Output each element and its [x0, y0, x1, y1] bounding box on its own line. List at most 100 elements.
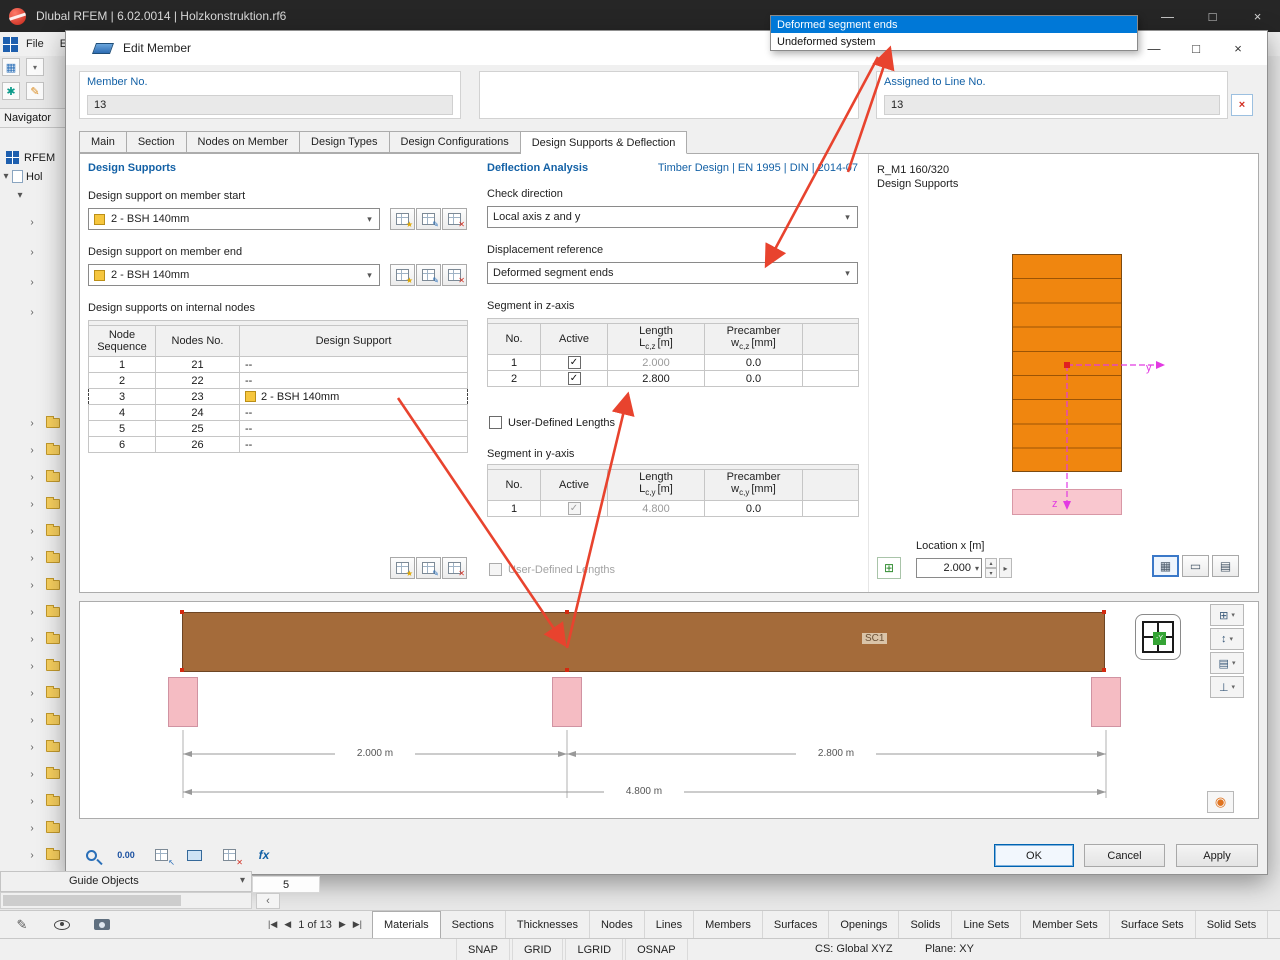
chevron-right-icon[interactable]: › — [26, 607, 38, 618]
snap-toggle-grid[interactable]: GRID — [511, 939, 564, 960]
chevron-right-icon[interactable]: › — [26, 553, 38, 564]
support-edit-button[interactable]: ✎ — [416, 208, 441, 230]
status-tab-solids[interactable]: Solids — [899, 911, 953, 938]
tree-folder-row[interactable]: › — [0, 496, 65, 512]
camera-icon[interactable] — [88, 914, 116, 936]
pager-prev-icon[interactable]: ◀ — [284, 919, 291, 930]
tree-folder-row[interactable]: › — [0, 604, 65, 620]
pager-last-icon[interactable]: ▶| — [353, 919, 362, 930]
tab-design-configurations[interactable]: Design Configurations — [389, 131, 521, 153]
chevron-right-icon[interactable]: › — [26, 499, 38, 510]
active-checkbox[interactable]: ✓ — [567, 372, 581, 386]
edit-mode-icon[interactable]: ✎ — [8, 914, 36, 936]
decimal-places-button[interactable]: 0.00 — [111, 843, 141, 867]
chevron-right-icon[interactable]: › — [26, 688, 38, 699]
tree-folder-row[interactable]: › — [0, 658, 65, 674]
dropdown-option-selected[interactable]: Deformed segment ends — [771, 16, 1137, 33]
segment-row[interactable]: 2 ✓ 2.800 0.0 — [487, 370, 860, 388]
tree-expander-row[interactable]: ▾ — [0, 187, 65, 204]
apply-location-button[interactable]: ⊞ — [877, 557, 901, 579]
support-edit-button[interactable]: ✎ — [416, 264, 441, 286]
app-minimize-button[interactable]: — — [1145, 0, 1190, 32]
scroll-left-button[interactable]: ‹ — [256, 893, 280, 909]
chevron-right-icon[interactable]: › — [26, 850, 38, 861]
support-start-combo[interactable]: 2 - BSH 140mm ▾ — [88, 208, 380, 230]
display-options-button[interactable]: ⊞ ▾ — [1210, 604, 1244, 626]
internal-support-edit-button[interactable]: ✎ — [416, 557, 441, 579]
app-menu-icon[interactable] — [3, 36, 18, 52]
chevron-down-icon[interactable]: ▾ — [362, 214, 377, 225]
menu-file[interactable]: File — [26, 38, 44, 50]
tree-folder-row[interactable]: › — [0, 793, 65, 809]
internal-support-new-button[interactable]: ★ — [390, 557, 415, 579]
status-tab-nodes[interactable]: Nodes — [590, 911, 645, 938]
assigned-line-input[interactable]: 13 — [884, 95, 1220, 115]
check-direction-combo[interactable]: Local axis z and y ▾ — [487, 206, 858, 228]
app-close-button[interactable]: × — [1235, 0, 1280, 32]
dialog-minimize-button[interactable]: — — [1133, 33, 1175, 63]
tab-design-supports-deflection[interactable]: Design Supports & Deflection — [520, 131, 688, 154]
support-end-combo[interactable]: 2 - BSH 140mm ▾ — [88, 264, 380, 286]
tree-folder-row[interactable]: › — [0, 523, 65, 539]
status-tab-thicknesses[interactable]: Thicknesses — [506, 911, 590, 938]
status-tab-lines[interactable]: Lines — [645, 911, 695, 938]
pager-first-icon[interactable]: |◀ — [268, 919, 277, 930]
status-tab-solid-sets[interactable]: Solid Sets — [1196, 911, 1269, 938]
status-tab-sections[interactable]: Sections — [441, 911, 506, 938]
chevron-down-icon[interactable]: ▾ — [840, 268, 855, 279]
horizontal-scrollbar[interactable] — [0, 892, 252, 909]
dialog-maximize-button[interactable]: □ — [1175, 33, 1217, 63]
tree-folder-row[interactable]: › — [0, 766, 65, 782]
displacement-reference-combo[interactable]: Deformed segment ends ▾ — [487, 262, 858, 284]
guide-objects-bar[interactable]: Guide Objects ▾ — [0, 871, 252, 892]
print-button[interactable]: ▤ — [1212, 555, 1239, 577]
chevron-right-icon[interactable]: › — [26, 823, 38, 834]
tree-folder-row[interactable]: › — [0, 631, 65, 647]
cancel-button[interactable]: Cancel — [1084, 844, 1165, 867]
tree-folder-row[interactable]: › — [0, 442, 65, 458]
location-stepper[interactable]: ▴ ▾ — [985, 558, 997, 578]
chevron-down-icon[interactable]: ▾ — [362, 270, 377, 281]
status-tab-members[interactable]: Members — [694, 911, 763, 938]
member-no-input[interactable]: 13 — [87, 95, 453, 115]
tab-nodes-on-member[interactable]: Nodes on Member — [186, 131, 301, 153]
chevron-right-icon[interactable]: › — [26, 715, 38, 726]
tree-folder-row[interactable]: › — [0, 847, 65, 863]
toolbar-pencil-icon[interactable]: ✎ — [26, 82, 44, 100]
toolbar-grid-icon[interactable]: ▦ — [2, 58, 20, 76]
tree-branch-row[interactable]: › — [0, 244, 65, 261]
visibility-eye-icon[interactable] — [48, 914, 76, 936]
tree-folder-row[interactable]: › — [0, 469, 65, 485]
table-row-selected[interactable]: 3 23 2 - BSH 140mm — [88, 388, 469, 405]
chevron-right-icon[interactable]: › — [26, 526, 38, 537]
chevron-right-icon[interactable]: › — [26, 472, 38, 483]
flip-view-button[interactable]: ↕ ▾ — [1210, 628, 1244, 650]
location-x-input[interactable]: 2.000 ▾ — [916, 558, 982, 578]
chevron-right-icon[interactable]: › — [26, 634, 38, 645]
formula-button[interactable]: fx — [249, 843, 279, 867]
support-new-button[interactable]: ★ — [390, 264, 415, 286]
tree-branch-row[interactable]: › — [0, 304, 65, 321]
segment-row[interactable]: 1 ✓ 2.000 0.0 — [487, 354, 860, 372]
support-new-button[interactable]: ★ — [390, 208, 415, 230]
chevron-right-icon[interactable]: › — [26, 742, 38, 753]
tree-branch-row[interactable]: › — [0, 274, 65, 291]
table-delete-button[interactable]: ✕ — [214, 843, 244, 867]
tree-folder-row[interactable]: › — [0, 685, 65, 701]
table-row[interactable]: 4 24 -- — [88, 404, 469, 421]
tab-main[interactable]: Main — [79, 131, 127, 153]
dialog-close-button[interactable]: × — [1217, 33, 1259, 63]
table-select-button[interactable]: ↖ — [146, 843, 176, 867]
user-defined-lengths-z[interactable]: User-Defined Lengths — [489, 416, 615, 429]
dropdown-option[interactable]: Undeformed system — [771, 33, 1137, 50]
snap-toggle-snap[interactable]: SNAP — [456, 939, 510, 960]
chevron-right-icon[interactable]: › — [26, 769, 38, 780]
tree-folder-row[interactable]: › — [0, 577, 65, 593]
tree-branch-row[interactable]: › — [0, 214, 65, 231]
chevron-right-icon[interactable]: › — [26, 580, 38, 591]
snap-toggle-lgrid[interactable]: LGRID — [565, 939, 624, 960]
visibility-button[interactable]: ◉ — [1207, 791, 1234, 813]
pager-next-icon[interactable]: ▶ — [339, 919, 346, 930]
tree-folder-row[interactable]: › — [0, 712, 65, 728]
coordinate-system-label[interactable]: CS: Global XYZ — [815, 943, 893, 955]
